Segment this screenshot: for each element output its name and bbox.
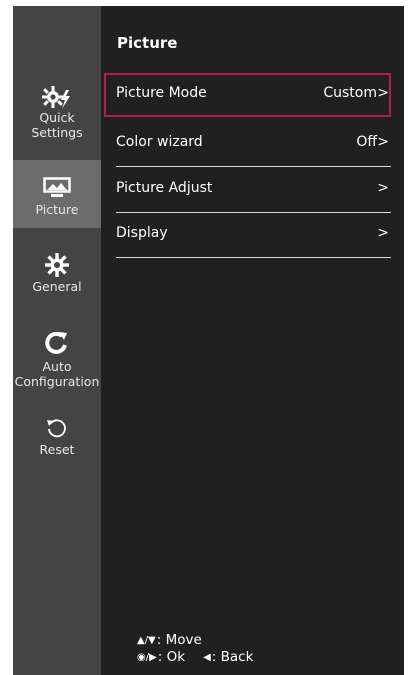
reset-icon	[47, 419, 66, 438]
key-hints: ▲/▼ : Move ◉/▶ : Ok ◀ : Back	[137, 632, 253, 666]
chevron-right-icon: >	[377, 225, 389, 241]
move-hint-label: : Move	[156, 632, 202, 648]
ok-hint-label: : Ok	[157, 649, 186, 665]
picture-icon	[43, 177, 71, 197]
menu-item-value: Custom	[323, 85, 377, 101]
sidebar-item-label: Quick Settings	[31, 110, 83, 140]
menu-item-label: Color wizard	[116, 134, 203, 150]
sidebar-item-picture[interactable]: Picture	[13, 160, 101, 228]
sidebar-item-reset[interactable]: Reset	[13, 416, 101, 462]
quick-settings-icon	[42, 86, 70, 109]
sidebar: Quick Settings Picture General Auto Conf…	[13, 6, 101, 675]
chevron-right-icon: >	[377, 85, 389, 101]
menu-item-picture-adjust[interactable]: Picture Adjust >	[104, 168, 391, 212]
ok-right-icon: ◉/▶	[137, 652, 157, 663]
auto-config-icon	[45, 331, 67, 354]
back-arrow-icon: ◀	[203, 652, 211, 663]
sidebar-item-auto-configuration[interactable]: Auto Configuration	[13, 330, 101, 392]
sidebar-item-label: Picture	[35, 202, 79, 217]
up-down-icon: ▲/▼	[137, 635, 156, 646]
sidebar-item-label: General	[32, 279, 82, 294]
gear-icon	[45, 253, 69, 277]
sidebar-item-label: Auto Configuration	[14, 359, 100, 389]
move-hint: ▲/▼ : Move	[137, 632, 253, 649]
sidebar-item-label: Reset	[39, 442, 75, 457]
page-title: Picture	[117, 34, 178, 52]
divider	[116, 257, 391, 258]
menu-item-display[interactable]: Display >	[104, 213, 391, 257]
menu-item-color-wizard[interactable]: Color wizard Off >	[104, 122, 391, 166]
sidebar-item-general[interactable]: General	[13, 252, 101, 298]
chevron-right-icon: >	[377, 134, 389, 150]
menu-item-picture-mode[interactable]: Picture Mode Custom >	[104, 73, 391, 117]
menu-item-label: Display	[116, 225, 168, 241]
chevron-right-icon: >	[377, 180, 389, 196]
ok-back-hint: ◉/▶ : Ok ◀ : Back	[137, 649, 253, 666]
back-hint-label: : Back	[211, 649, 254, 665]
menu-item-label: Picture Mode	[116, 85, 207, 101]
sidebar-item-quick-settings[interactable]: Quick Settings	[13, 84, 101, 148]
divider	[116, 166, 391, 167]
osd-menu: Quick Settings Picture General Auto Conf…	[13, 6, 404, 675]
menu-item-value: Off	[356, 134, 377, 150]
menu-item-label: Picture Adjust	[116, 180, 213, 196]
